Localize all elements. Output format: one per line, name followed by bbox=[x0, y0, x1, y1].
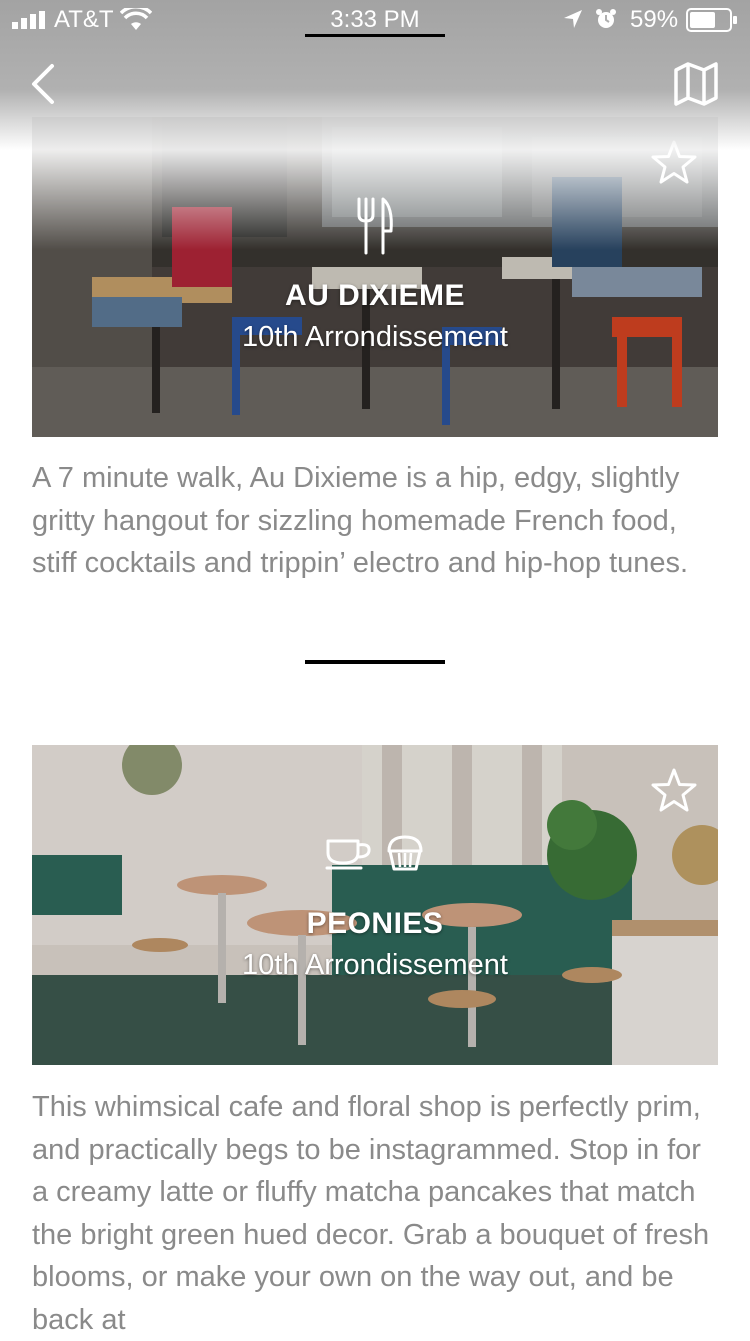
category-icons bbox=[32, 197, 718, 260]
map-button[interactable] bbox=[672, 60, 720, 108]
section-divider bbox=[305, 660, 445, 664]
time-underline bbox=[305, 34, 445, 37]
place-description: A 7 minute walk, Au Dixieme is a hip, ed… bbox=[32, 462, 689, 579]
coffee-cup-icon bbox=[325, 839, 371, 870]
star-outline-icon bbox=[651, 140, 697, 184]
cupcake-icon bbox=[387, 835, 423, 871]
place-name: AU DIXIEME bbox=[284, 279, 466, 312]
category-icons bbox=[32, 835, 718, 876]
status-bar: AT&T 3:33 PM 59% bbox=[0, 0, 750, 40]
place-card-image[interactable]: AU DIXIEME 10th Arrondissement bbox=[32, 117, 718, 437]
location-arrow-icon bbox=[564, 10, 582, 28]
battery-icon bbox=[686, 8, 737, 32]
back-button[interactable] bbox=[26, 62, 66, 106]
place-area: 10th Arrondissement bbox=[242, 321, 508, 353]
cafe-interior-photo bbox=[32, 745, 718, 1065]
favorite-star-button[interactable] bbox=[650, 767, 698, 815]
place-card-image[interactable]: PEONIES 10th Arrondissement bbox=[32, 745, 718, 1065]
place-name: PEONIES bbox=[306, 907, 444, 940]
map-icon bbox=[674, 62, 718, 106]
fork-knife-icon bbox=[357, 197, 393, 255]
battery-percentage: 59% bbox=[630, 6, 679, 33]
alarm-clock-icon bbox=[596, 9, 616, 28]
chevron-left-icon bbox=[32, 64, 54, 104]
cafe-terrace-photo bbox=[32, 117, 718, 437]
place-area: 10th Arrondissement bbox=[242, 949, 508, 981]
star-outline-icon bbox=[651, 768, 697, 812]
favorite-star-button[interactable] bbox=[650, 139, 698, 187]
place-description: This whimsical cafe and floral shop is p… bbox=[32, 1091, 710, 1336]
